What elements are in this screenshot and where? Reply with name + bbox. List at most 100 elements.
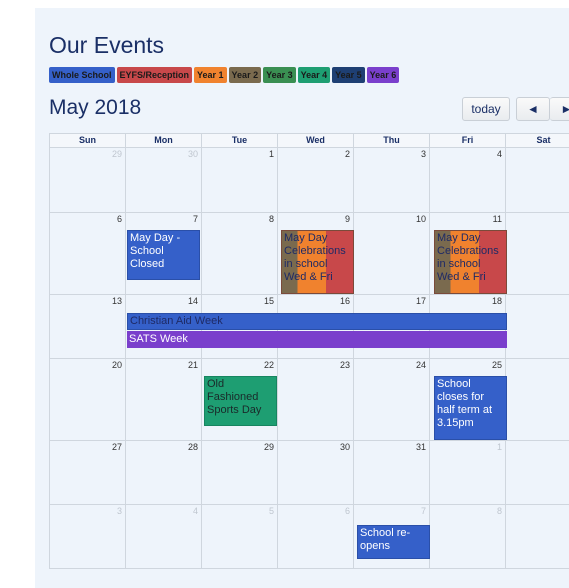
day-number: 30	[187, 149, 198, 159]
day-header-sat: Sat	[506, 134, 569, 147]
day-cell[interactable]: 1	[202, 148, 278, 212]
day-number: 16	[339, 296, 350, 306]
day-cell[interactable]: 30	[278, 441, 354, 504]
day-number: 1	[268, 149, 274, 159]
day-number: 3	[116, 506, 122, 516]
day-cell[interactable]: 27	[50, 441, 126, 504]
day-cell[interactable]: 5	[202, 505, 278, 568]
day-number: 20	[111, 360, 122, 370]
day-number: 25	[491, 360, 502, 370]
month-title: May 2018	[49, 96, 142, 119]
day-cell[interactable]	[506, 359, 569, 440]
legend-chip[interactable]: EYFS/Reception	[116, 67, 193, 83]
week-row: 3 4 5 6 7 8 School re-opens	[50, 505, 569, 569]
next-month-button[interactable]: ►	[550, 97, 569, 121]
day-cell[interactable]: 8	[430, 505, 506, 568]
day-number: 8	[496, 506, 502, 516]
day-number: 6	[116, 214, 122, 224]
day-cell[interactable]: 20	[50, 359, 126, 440]
day-cell[interactable]: 1	[430, 441, 506, 504]
event-sats-week[interactable]: SATS Week	[127, 331, 507, 348]
day-cell[interactable]	[506, 213, 569, 294]
day-number: 18	[491, 296, 502, 306]
day-header-tue: Tue	[202, 134, 278, 147]
day-number: 4	[192, 506, 198, 516]
day-cell[interactable]: 6	[278, 505, 354, 568]
legend-chip[interactable]: Year 4	[297, 67, 331, 83]
day-number: 7	[420, 506, 426, 516]
day-number: 10	[415, 214, 426, 224]
day-number: 22	[263, 360, 274, 370]
day-cell[interactable]	[506, 295, 569, 358]
day-number: 15	[263, 296, 274, 306]
week-row: 29 30 1 2 3 4	[50, 148, 569, 213]
event-may-day-celebrations-fri[interactable]: May Day Celebrations in school Wed & Fri	[434, 230, 507, 294]
week-row: 13 14 15 16 17 18 Christian Aid Week SAT…	[50, 295, 569, 359]
day-number: 14	[187, 296, 198, 306]
prev-month-button[interactable]: ◄	[516, 97, 550, 121]
week-row: 20 21 22 23 24 25 Old Fashioned Sports D…	[50, 359, 569, 441]
chevron-left-icon: ◄	[527, 102, 539, 116]
day-cell[interactable]: 8	[202, 213, 278, 294]
category-legend: Whole School EYFS/Reception Year 1 Year 2 Ye…	[49, 67, 400, 83]
event-may-day[interactable]: May Day - School Closed	[127, 230, 200, 280]
week-row: 6 7 8 9 10 11 May Day - School Closed Ma…	[50, 213, 569, 295]
day-cell[interactable]: 29	[202, 441, 278, 504]
day-number: 5	[268, 506, 274, 516]
day-number: 29	[263, 442, 274, 452]
day-cell[interactable]	[506, 441, 569, 504]
day-number: 7	[192, 214, 198, 224]
day-header-sun: Sun	[50, 134, 126, 147]
month-calendar: Sun Mon Tue Wed Thu Fri Sat 29 30 1 2 3 …	[49, 133, 569, 569]
day-number: 13	[111, 296, 122, 306]
event-school-reopens[interactable]: School re-opens	[357, 525, 430, 559]
day-cell[interactable]: 10	[354, 213, 430, 294]
day-cell[interactable]: 30	[126, 148, 202, 212]
day-cell[interactable]: 21	[126, 359, 202, 440]
day-header-mon: Mon	[126, 134, 202, 147]
legend-chip[interactable]: Year 6	[366, 67, 400, 83]
day-cell[interactable]	[506, 505, 569, 568]
event-sports-day[interactable]: Old Fashioned Sports Day	[204, 376, 277, 426]
day-cell[interactable]: 2	[278, 148, 354, 212]
event-half-term[interactable]: School closes for half term at 3.15pm	[434, 376, 507, 440]
legend-chip[interactable]: Year 1	[194, 67, 227, 83]
day-cell[interactable]: 4	[126, 505, 202, 568]
day-number: 2	[344, 149, 350, 159]
day-cell[interactable]: 29	[50, 148, 126, 212]
day-header-row: Sun Mon Tue Wed Thu Fri Sat	[50, 133, 569, 148]
day-cell[interactable]: 3	[354, 148, 430, 212]
page-title: Our Events	[49, 32, 165, 58]
week-row: 27 28 29 30 31 1	[50, 441, 569, 505]
day-cell[interactable]: 24	[354, 359, 430, 440]
day-number: 31	[415, 442, 426, 452]
day-number: 23	[339, 360, 350, 370]
legend-chip[interactable]: Year 5	[332, 67, 365, 83]
day-number: 21	[187, 360, 198, 370]
day-number: 24	[415, 360, 426, 370]
legend-chip[interactable]: Whole School	[49, 67, 115, 83]
legend-chip[interactable]: Year 3	[263, 67, 296, 83]
legend-chip[interactable]: Year 2	[228, 67, 262, 83]
day-number: 6	[344, 506, 350, 516]
day-cell[interactable]	[506, 148, 569, 212]
day-number: 11	[492, 214, 502, 224]
day-cell[interactable]: 4	[430, 148, 506, 212]
day-number: 3	[420, 149, 426, 159]
day-cell[interactable]: 6	[50, 213, 126, 294]
event-christian-aid-week[interactable]: Christian Aid Week	[127, 313, 507, 330]
day-number: 27	[111, 442, 122, 452]
day-header-wed: Wed	[278, 134, 354, 147]
event-may-day-celebrations-wed[interactable]: May Day Celebrations in school Wed & Fri	[281, 230, 354, 294]
day-cell[interactable]: 13	[50, 295, 126, 358]
day-cell[interactable]: 28	[126, 441, 202, 504]
day-cell[interactable]: 3	[50, 505, 126, 568]
today-button[interactable]: today	[462, 97, 510, 121]
chevron-right-icon: ►	[560, 102, 569, 116]
day-number: 29	[111, 149, 122, 159]
day-header-fri: Fri	[430, 134, 506, 147]
day-number: 9	[344, 214, 350, 224]
day-cell[interactable]: 23	[278, 359, 354, 440]
day-header-thu: Thu	[354, 134, 430, 147]
day-cell[interactable]: 31	[354, 441, 430, 504]
